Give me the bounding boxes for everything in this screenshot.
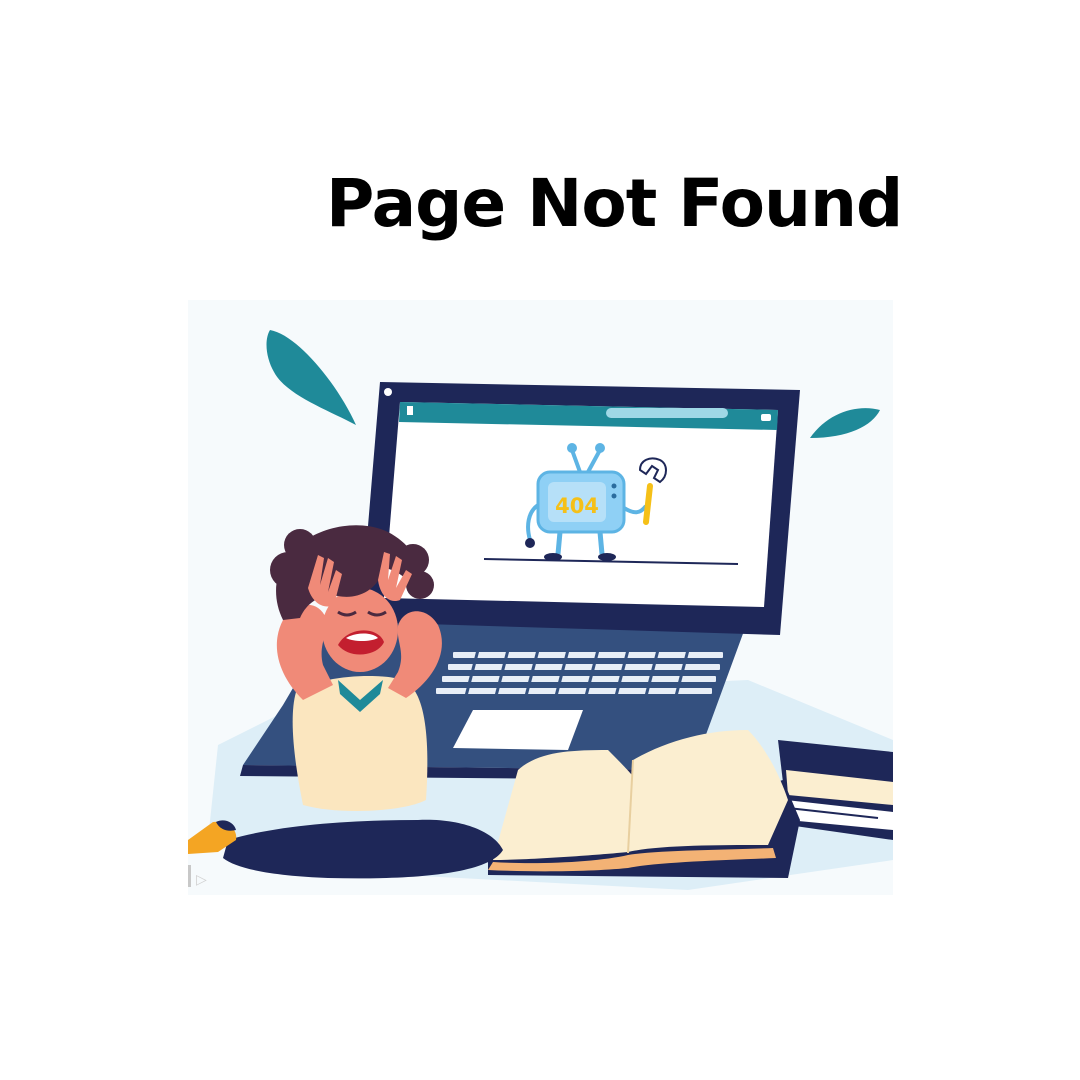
watermark-glyph: ▷ [196, 872, 207, 888]
robot-404-text: 404 [555, 494, 599, 518]
page-title: Page Not Found [326, 165, 903, 242]
watermark-mark [188, 865, 191, 887]
error-illustration: 404 ▷ [188, 300, 893, 895]
illustration: 404 ▷ [188, 300, 893, 895]
page-not-found-page: Page Not Found 404 ▷ [0, 0, 1080, 1080]
